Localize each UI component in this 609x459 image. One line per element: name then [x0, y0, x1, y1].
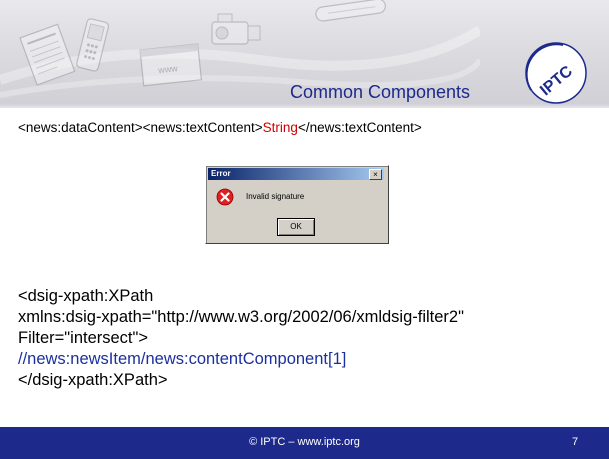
xpath-line-namespace: xmlns:dsig-xpath="http://www.w3.org/2002… [18, 308, 464, 326]
text-content-open-tags: <news:dataContent><news:textContent> [18, 120, 263, 135]
xpath-line-filter: Filter="intersect"> [18, 329, 149, 347]
xpath-line-close: </dsig-xpath:XPath> [18, 371, 168, 389]
error-dialog: Error × Invalid signature OK [205, 165, 389, 244]
string-highlight: String [262, 120, 298, 135]
footer-copyright: © IPTC – www.iptc.org [249, 436, 360, 448]
dialog-title: Error [211, 169, 231, 178]
dialog-titlebar[interactable]: Error × [208, 168, 384, 180]
slide-header: www Common Components IPTC [0, 0, 609, 108]
browser-window-icon: www [139, 43, 203, 87]
dialog-message: Invalid signature [246, 192, 305, 201]
dialog-close-button[interactable]: × [369, 169, 382, 180]
slide-footer: © IPTC – www.iptc.org 7 [0, 427, 609, 459]
mobile-phone-icon [76, 18, 110, 72]
xpath-line-expression: //news:newsItem/news:contentComponent[1] [18, 350, 347, 368]
page-number: 7 [572, 436, 579, 448]
xpath-code-block: <dsig-xpath:XPath xmlns:dsig-xpath="http… [18, 286, 603, 391]
ok-button[interactable]: OK [277, 218, 315, 236]
error-icon [216, 188, 234, 206]
pen-icon [315, 0, 386, 22]
xpath-line-open: <dsig-xpath:XPath [18, 287, 154, 305]
iptc-logo-icon: IPTC [525, 42, 587, 104]
text-content-line: <news:dataContent><news:textContent>Stri… [18, 120, 598, 135]
slide: www Common Components IPTC <news:dataCon [0, 0, 609, 459]
video-camera-icon [211, 13, 261, 45]
text-content-close-tag: </news:textContent> [297, 120, 422, 135]
header-divider [0, 104, 609, 108]
